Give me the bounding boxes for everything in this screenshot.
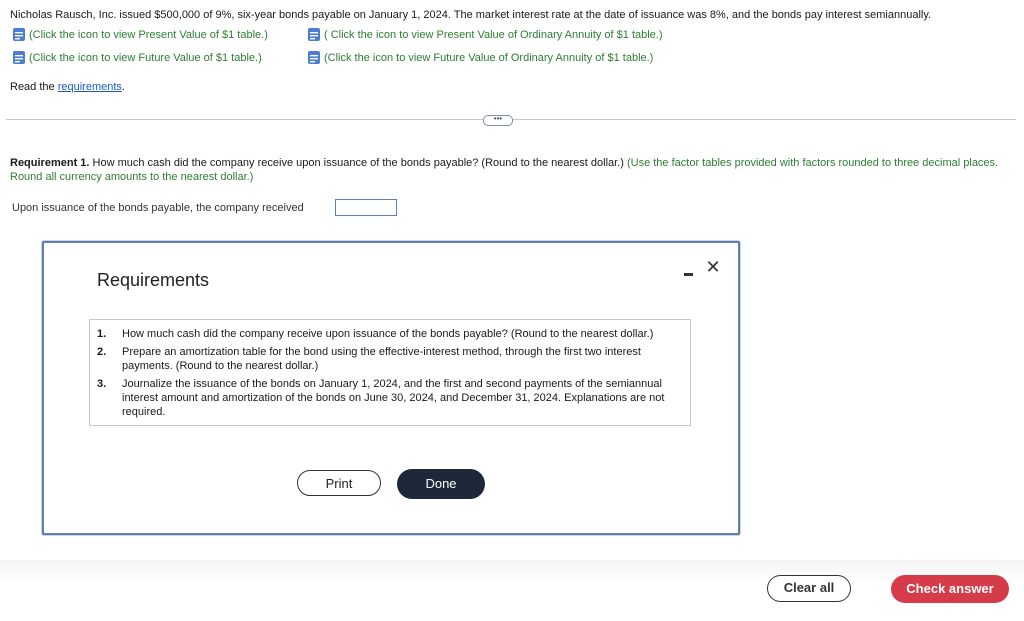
table-link-label[interactable]: ( Click the icon to view Present Value o…: [324, 29, 663, 41]
done-button[interactable]: Done: [397, 469, 485, 499]
item-number: 1.: [97, 328, 107, 340]
item-text: Prepare an amortization table for the bo…: [122, 346, 641, 372]
expand-button[interactable]: •••: [483, 115, 513, 126]
table-link-label[interactable]: (Click the icon to view Future Value of …: [29, 52, 262, 64]
item-text: Journalize the issuance of the bonds on …: [122, 378, 665, 418]
future-value-table-link[interactable]: (Click the icon to view Future Value of …: [12, 50, 262, 65]
print-button[interactable]: Print: [297, 470, 381, 496]
cash-received-input[interactable]: [335, 199, 397, 216]
footer-bar: [0, 560, 1024, 621]
clear-all-button[interactable]: Clear all: [767, 575, 851, 602]
requirements-modal: Requirements ✕ 1. How much cash did the …: [42, 241, 740, 535]
item-text: How much cash did the company receive up…: [122, 328, 654, 340]
problem-intro: Nicholas Rausch, Inc. issued $500,000 of…: [10, 9, 932, 21]
present-value-table-link[interactable]: (Click the icon to view Present Value of…: [12, 27, 268, 42]
read-requirements-prefix: Read the: [10, 81, 58, 93]
requirement-1-heading: Requirement 1.: [10, 157, 90, 169]
minimize-icon[interactable]: [682, 265, 696, 279]
answer-label: Upon issuance of the bonds payable, the …: [12, 202, 304, 214]
requirements-link[interactable]: requirements: [58, 81, 122, 93]
document-icon: [13, 51, 25, 64]
read-requirements: Read the requirements.: [10, 81, 125, 93]
future-value-annuity-table-link[interactable]: (Click the icon to view Future Value of …: [307, 50, 653, 65]
document-icon: [13, 28, 25, 41]
check-answer-button[interactable]: Check answer: [891, 575, 1009, 603]
table-link-label[interactable]: (Click the icon to view Present Value of…: [29, 29, 268, 41]
read-requirements-suffix: .: [121, 81, 125, 93]
requirement-1-text: Requirement 1. How much cash did the com…: [10, 156, 1010, 184]
requirement-1-question: How much cash did the company receive up…: [89, 157, 627, 169]
item-number: 3.: [97, 378, 107, 390]
document-icon: [308, 51, 320, 64]
item-number: 2.: [97, 346, 107, 358]
table-link-label[interactable]: (Click the icon to view Future Value of …: [324, 52, 653, 64]
requirements-list: 1. How much cash did the company receive…: [89, 319, 691, 426]
modal-title: Requirements: [97, 270, 210, 290]
present-value-annuity-table-link[interactable]: ( Click the icon to view Present Value o…: [307, 27, 663, 42]
document-icon: [308, 28, 320, 41]
close-icon[interactable]: ✕: [704, 258, 722, 276]
